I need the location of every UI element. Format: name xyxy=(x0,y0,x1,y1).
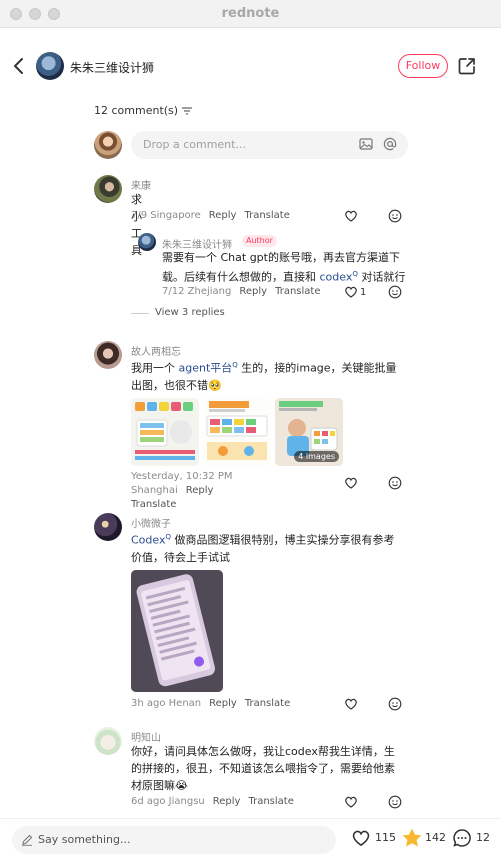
emoji-react-icon[interactable] xyxy=(388,795,402,809)
translate-button[interactable]: Translate xyxy=(244,210,289,221)
image-count-badge: 4 images xyxy=(294,451,339,462)
comment-text-part: 我用一个 xyxy=(131,361,179,375)
commenter-avatar[interactable] xyxy=(94,341,122,369)
emoji-react-icon[interactable] xyxy=(388,697,402,711)
codex-link[interactable]: codex xyxy=(320,271,353,284)
translate-button[interactable]: Translate xyxy=(131,499,176,510)
post-star-count: 142 xyxy=(425,831,446,844)
comment-time-location: 6d ago Jiangsu xyxy=(131,796,205,807)
my-avatar xyxy=(94,131,122,159)
heart-icon[interactable] xyxy=(344,285,358,299)
reply-button[interactable]: Reply xyxy=(213,796,241,807)
reply-author-avatar[interactable] xyxy=(138,233,156,251)
emoji-react-icon[interactable] xyxy=(388,476,402,490)
follow-button[interactable]: Follow xyxy=(398,54,448,78)
comment-meta: 7/9 Singapore Reply Translate xyxy=(131,210,290,221)
back-icon[interactable] xyxy=(10,56,28,76)
comment-time-location: 7/9 Singapore xyxy=(131,210,201,221)
image-icon[interactable] xyxy=(359,137,373,151)
reply-text: 需要有一个 Chat gpt的账号哦，再去官方渠道下载。后续有什么想做的，直接和… xyxy=(162,249,406,286)
comment-text: 我用一个 agent平台Q 生的，接的image，关键能批量出图，也很不错🥺 xyxy=(131,357,403,394)
translate-button[interactable]: Translate xyxy=(245,698,290,709)
reply-text-part: 对话就行 xyxy=(357,270,406,284)
emoji-react-icon[interactable] xyxy=(388,209,402,223)
codex-link[interactable]: Codex xyxy=(131,534,165,547)
pencil-icon xyxy=(22,834,33,846)
star-icon[interactable] xyxy=(401,827,423,849)
commenter-name[interactable]: 来康 xyxy=(131,177,151,192)
comment-image-1[interactable] xyxy=(131,398,199,466)
reply-like-count: 1 xyxy=(360,287,367,298)
comment-image-3[interactable]: 4 images xyxy=(275,398,343,466)
post-comment-count: 12 xyxy=(476,831,490,844)
heart-icon[interactable] xyxy=(344,795,358,809)
replies-divider xyxy=(131,313,149,314)
commenter-avatar[interactable] xyxy=(94,175,122,203)
comment-text: CodexQ 做商品图逻辑很特别，博主实操分享很有参考价值，待会上手试试 xyxy=(131,529,403,566)
sort-icon[interactable] xyxy=(182,106,193,115)
heart-icon[interactable] xyxy=(344,697,358,711)
comment-image-2[interactable] xyxy=(203,398,271,466)
comment-bubble-icon[interactable] xyxy=(452,828,472,848)
author-badge: Author xyxy=(242,235,277,247)
commenter-avatar[interactable] xyxy=(94,513,122,541)
agent-platform-link[interactable]: agent平台 xyxy=(179,362,233,375)
translate-button[interactable]: Translate xyxy=(248,796,293,807)
comments-count-row: 12 comment(s) xyxy=(94,104,193,117)
translate-button[interactable]: Translate xyxy=(275,286,320,297)
reply-button[interactable]: Reply xyxy=(239,286,267,297)
heart-icon[interactable] xyxy=(344,476,358,490)
author-avatar[interactable] xyxy=(36,52,64,80)
commenter-name[interactable]: 故人两相忘 xyxy=(131,343,181,358)
commenter-avatar[interactable] xyxy=(94,727,122,755)
comments-count: 12 comment(s) xyxy=(94,104,179,117)
author-name[interactable]: 朱朱三维设计狮 xyxy=(70,59,154,76)
view-replies-button[interactable]: View 3 replies xyxy=(155,307,225,318)
comment-time-location: Yesterday, 10:32 PM Shanghai xyxy=(131,471,233,496)
comment-text: 你好，请问具体怎么做呀，我让codex帮我生详情，生的拼接的，很丑，不知道该怎么… xyxy=(131,745,395,792)
window-title: rednote xyxy=(221,6,280,21)
post-like-count: 115 xyxy=(375,831,396,844)
comment-meta: 3h ago Henan Reply Translate xyxy=(131,698,290,709)
post-header: 朱朱三维设计狮 Follow xyxy=(0,28,501,104)
share-icon[interactable] xyxy=(457,56,477,76)
reply-time-location: 7/12 Zhejiang xyxy=(162,286,232,297)
reply-button[interactable]: Reply xyxy=(209,698,237,709)
window-titlebar: rednote xyxy=(0,0,501,28)
comment-compose: Drop a comment... xyxy=(94,130,408,160)
say-something-input[interactable]: Say something... xyxy=(12,826,336,854)
comment-time-location: 3h ago Henan xyxy=(131,698,202,709)
comment-meta: 6d ago Jiangsu Reply Translate xyxy=(131,796,294,807)
comment-text-part: 做商品图逻辑很特别，博主实操分享很有参考价值，待会上手试试 xyxy=(131,533,395,564)
bottom-action-bar: Say something... 115 142 12 xyxy=(0,818,501,859)
heart-icon[interactable] xyxy=(344,209,358,223)
say-something-placeholder: Say something... xyxy=(38,833,131,846)
mention-icon[interactable] xyxy=(383,137,397,151)
commenter-name[interactable]: 明知山 xyxy=(131,729,161,744)
reply-meta: 7/12 Zhejiang Reply Translate xyxy=(162,286,320,297)
emoji-react-icon[interactable] xyxy=(388,285,402,299)
commenter-name[interactable]: 小微微子 xyxy=(131,515,171,530)
heart-icon[interactable] xyxy=(351,828,371,848)
comment-meta: Yesterday, 10:32 PM Shanghai Reply Transla… xyxy=(131,470,311,512)
comment-image-1[interactable] xyxy=(131,570,223,692)
reply-button[interactable]: Reply xyxy=(209,210,237,221)
reply-button[interactable]: Reply xyxy=(186,485,214,496)
